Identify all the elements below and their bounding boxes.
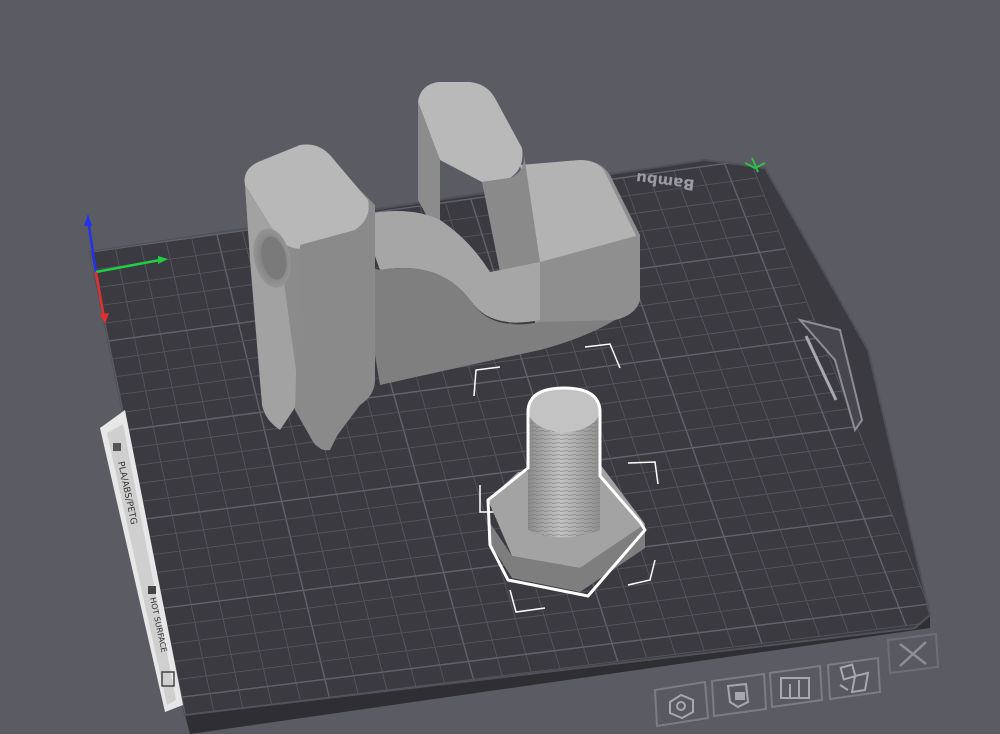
toolbar-button-lock[interactable] <box>710 672 768 718</box>
sticker-qr-icon <box>113 443 121 451</box>
3d-viewport[interactable]: Bambu PLA/ABS/PETG HOT SURFACE <box>0 0 1000 734</box>
toolbar-button-arrange[interactable] <box>768 664 824 709</box>
toolbar-button-delete[interactable] <box>886 632 940 675</box>
toolbar-button-objects[interactable] <box>653 680 710 728</box>
toolbar-button-orient[interactable] <box>826 656 882 701</box>
sticker-flame-icon <box>148 586 156 594</box>
